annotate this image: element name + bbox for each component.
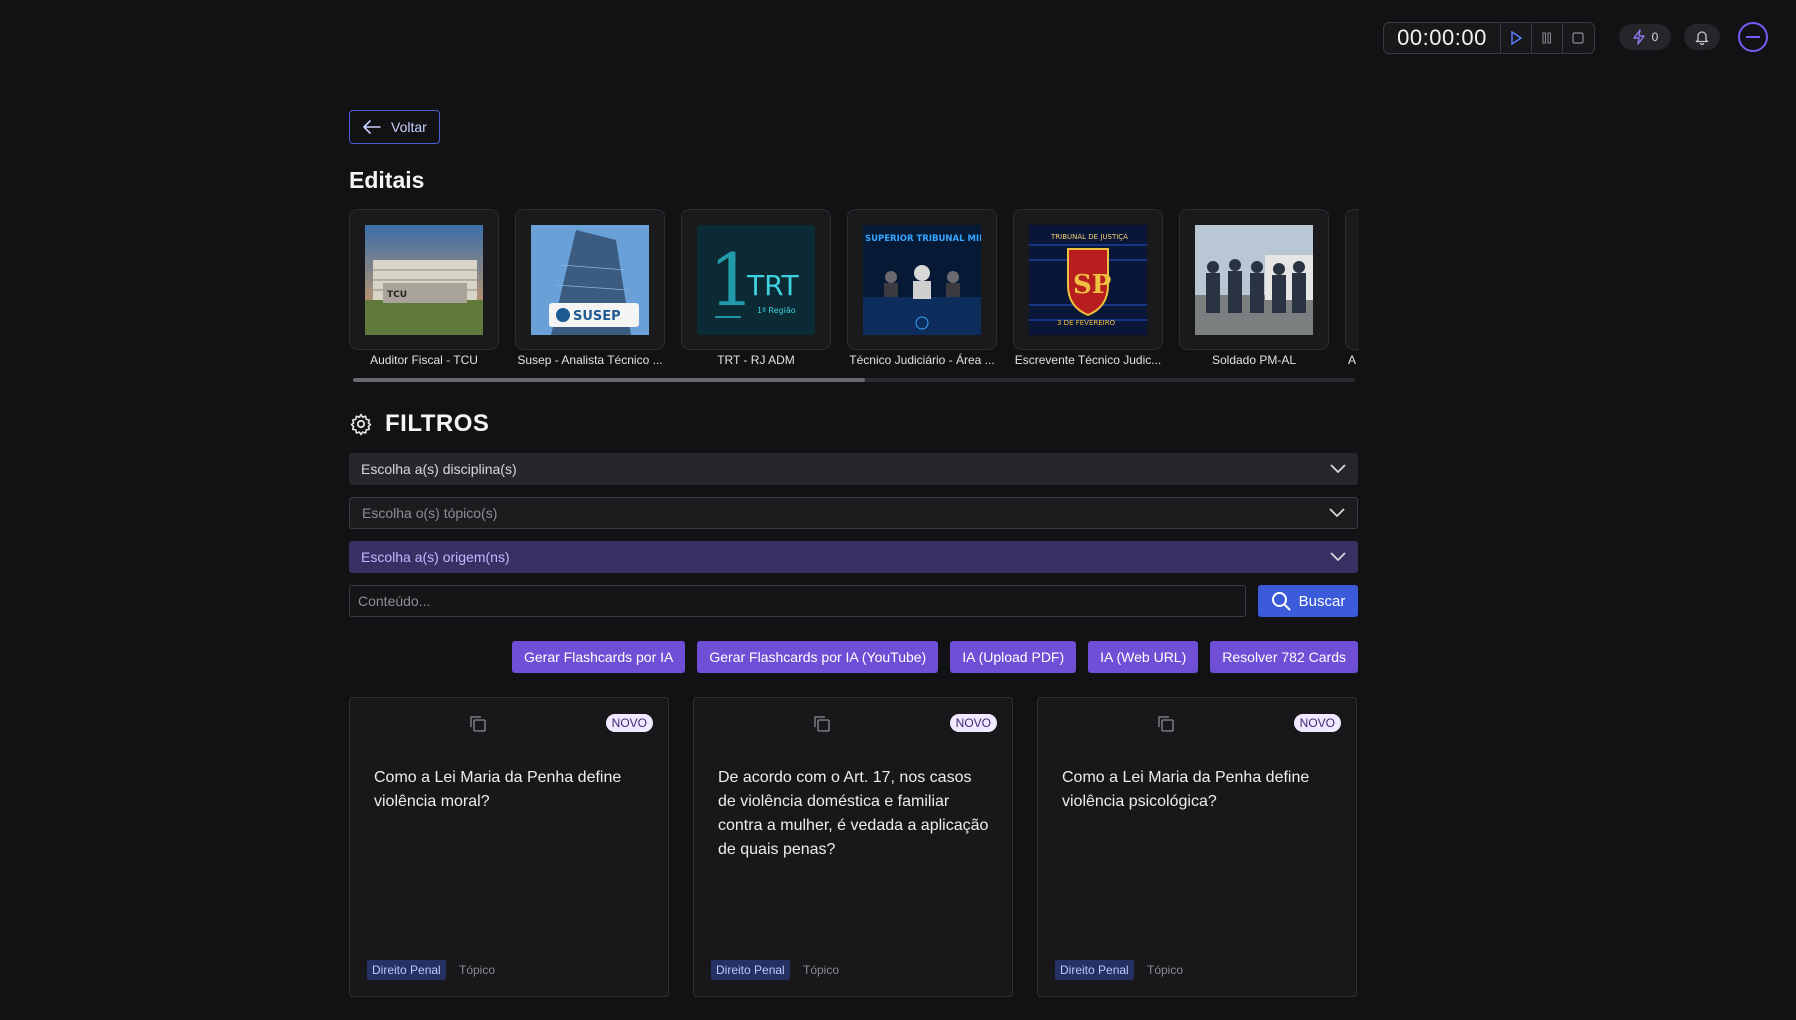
stop-icon (1572, 32, 1584, 44)
flashcard-question: Como a Lei Maria da Penha define violênc… (374, 769, 622, 810)
notifications-button[interactable] (1684, 24, 1720, 50)
svg-text:TCU: TCU (387, 290, 407, 300)
topico-select[interactable]: Escolha o(s) tópico(s) (349, 497, 1358, 529)
new-badge: NOVO (605, 714, 653, 732)
edital-card-trt[interactable]: 1 TRT 1ª Região TRT - RJ ADM (681, 209, 831, 367)
search-icon (1271, 592, 1291, 611)
edital-card-tcu[interactable]: TCU Auditor Fiscal - TCU (349, 209, 499, 367)
origem-select[interactable]: Escolha a(s) origem(ns) (349, 541, 1358, 573)
svg-text:3 DE FEVEREIRO: 3 DE FEVEREIRO (1057, 319, 1116, 327)
new-badge: NOVO (949, 714, 997, 732)
edital-card-pmal[interactable]: Soldado PM-AL (1179, 209, 1329, 367)
svg-text:TRT: TRT (746, 269, 800, 302)
edital-frame: TRIBUNAL DE JUSTIÇA SP 3 DE FEVEREIRO (1013, 209, 1163, 350)
play-icon (1511, 31, 1522, 45)
generate-flashcards-ai-button[interactable]: Gerar Flashcards por IA (511, 641, 686, 673)
bell-icon (1695, 31, 1709, 45)
filters-title: FILTROS (385, 410, 490, 437)
editais-carousel[interactable]: TCU Auditor Fiscal - TCU SUSEP Susep - A… (349, 209, 1359, 374)
timer-widget: 00:00:00 (1383, 22, 1595, 54)
discipline-tag[interactable]: Direito Penal (367, 960, 446, 980)
edital-label: TRT - RJ ADM (717, 353, 795, 367)
energy-count: 0 (1651, 30, 1659, 44)
carousel-scrollbar[interactable] (353, 378, 1355, 382)
disciplina-select[interactable]: Escolha a(s) disciplina(s) (349, 453, 1358, 485)
topic-label: Tópico (459, 963, 496, 977)
ai-upload-pdf-button[interactable]: IA (Upload PDF) (950, 641, 1077, 673)
filters-header: FILTROS (349, 410, 489, 438)
stm-court-photo: SUPERIOR TRIBUNAL MILITAR (863, 224, 981, 335)
edital-label: Escrevente Técnico Judic... (1014, 353, 1162, 367)
editais-title: Editais (349, 167, 425, 193)
discipline-tag[interactable]: Direito Penal (1055, 960, 1134, 980)
svg-text:SUPERIOR TRIBUNAL MILITAR: SUPERIOR TRIBUNAL MILITAR (865, 234, 981, 244)
content-search-input[interactable] (349, 585, 1246, 617)
svg-text:SP: SP (1073, 270, 1111, 300)
pm-al-officers-photo (1195, 224, 1313, 335)
edital-card-susep[interactable]: SUSEP Susep - Analista Técnico ... (515, 209, 665, 367)
edital-card-tjsp[interactable]: TRIBUNAL DE JUSTIÇA SP 3 DE FEVEREIRO Es… (1013, 209, 1163, 367)
flashcard-question: Como a Lei Maria da Penha define violênc… (1062, 769, 1310, 810)
lightning-icon (1632, 29, 1645, 45)
timer-play-button[interactable] (1500, 23, 1531, 53)
flashcard[interactable]: NOVO De acordo com o Art. 17, nos casos … (693, 697, 1013, 997)
timer-display: 00:00:00 (1397, 25, 1487, 50)
edital-card-partial[interactable]: A (1345, 209, 1359, 367)
flashcard-actions: Gerar Flashcards por IA Gerar Flashcards… (511, 641, 1358, 673)
flashcard[interactable]: NOVO Como a Lei Maria da Penha define vi… (1037, 697, 1357, 997)
susep-building-photo: SUSEP (531, 224, 649, 335)
edital-label: Auditor Fiscal - TCU (370, 353, 478, 367)
chevron-down-icon (1329, 508, 1345, 518)
edital-frame: 1 TRT 1ª Região (681, 209, 831, 350)
gear-icon (350, 413, 372, 436)
edital-label: Susep - Analista Técnico ... (517, 353, 663, 367)
arrow-left-icon (363, 120, 381, 134)
chevron-down-icon (1330, 464, 1346, 474)
topico-placeholder: Escolha o(s) tópico(s) (362, 505, 498, 521)
user-avatar[interactable] (1738, 22, 1768, 52)
chevron-down-icon (1330, 552, 1346, 562)
generate-flashcards-youtube-button[interactable]: Gerar Flashcards por IA (YouTube) (697, 641, 939, 673)
discipline-tag[interactable]: Direito Penal (711, 960, 790, 980)
edital-frame: SUSEP (515, 209, 665, 350)
ai-web-url-button[interactable]: IA (Web URL) (1088, 641, 1199, 673)
search-button[interactable]: Buscar (1258, 585, 1358, 617)
svg-text:SUSEP: SUSEP (573, 309, 621, 324)
flashcard-question: De acordo com o Art. 17, nos casos de vi… (718, 769, 989, 858)
copy-icon[interactable] (812, 714, 832, 734)
back-label: Voltar (391, 119, 427, 135)
timer-pause-button[interactable] (1531, 23, 1562, 53)
topic-label: Tópico (803, 963, 840, 977)
edital-label: A (1348, 353, 1357, 367)
edital-label: Soldado PM-AL (1211, 353, 1297, 367)
flashcard[interactable]: NOVO Como a Lei Maria da Penha define vi… (349, 697, 669, 997)
edital-frame (1345, 209, 1359, 350)
edital-card-stm[interactable]: SUPERIOR TRIBUNAL MILITAR Técnico Judici… (847, 209, 997, 367)
avatar-placeholder-icon (1746, 36, 1760, 38)
tjsp-emblem: TRIBUNAL DE JUSTIÇA SP 3 DE FEVEREIRO (1029, 224, 1147, 335)
resolve-cards-button[interactable]: Resolver 782 Cards (1210, 641, 1358, 673)
edital-frame (1179, 209, 1329, 350)
edital-frame: TCU (349, 209, 499, 350)
svg-text:1ª Região: 1ª Região (757, 306, 796, 315)
edital-frame: SUPERIOR TRIBUNAL MILITAR (847, 209, 997, 350)
energy-button[interactable]: 0 (1619, 24, 1671, 50)
timer-stop-button[interactable] (1562, 23, 1593, 53)
origem-placeholder: Escolha a(s) origem(ns) (361, 549, 510, 565)
back-button[interactable]: Voltar (349, 110, 440, 144)
tcu-building-photo: TCU (365, 224, 483, 335)
pause-icon (1542, 32, 1551, 44)
search-label: Buscar (1298, 592, 1346, 610)
disciplina-placeholder: Escolha a(s) disciplina(s) (361, 461, 517, 477)
svg-text:TRIBUNAL DE JUSTIÇA: TRIBUNAL DE JUSTIÇA (1050, 233, 1128, 241)
trt-logo: 1 TRT 1ª Região (697, 224, 815, 335)
new-badge: NOVO (1293, 714, 1341, 732)
topic-label: Tópico (1147, 963, 1184, 977)
carousel-scrollbar-thumb[interactable] (353, 378, 865, 382)
edital-label: Técnico Judiciário - Área ... (849, 353, 995, 367)
copy-icon[interactable] (1156, 714, 1176, 734)
copy-icon[interactable] (468, 714, 488, 734)
